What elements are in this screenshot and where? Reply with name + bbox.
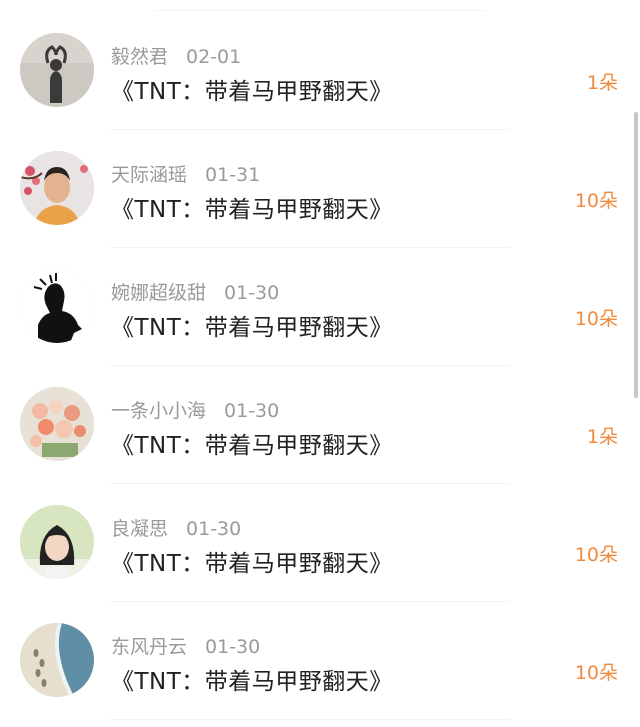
username[interactable]: 良凝思 — [111, 518, 168, 540]
woman-plum-blossom-avatar-icon — [20, 151, 94, 225]
gift-count: 1朵 — [586, 426, 618, 448]
gift-count: 10朵 — [574, 190, 618, 212]
book-title[interactable]: 《TNT：带着马甲野翻天》 — [111, 544, 393, 578]
username[interactable]: 一条小小海 — [111, 400, 206, 422]
username[interactable]: 天际涵瑶 — [111, 164, 187, 186]
username[interactable]: 毅然君 — [111, 46, 168, 68]
book-title[interactable]: 《TNT：带着马甲野翻天》 — [111, 308, 393, 342]
avatar[interactable] — [20, 505, 94, 579]
book-title[interactable]: 《TNT：带着马甲野翻天》 — [111, 72, 393, 106]
username[interactable]: 东风丹云 — [111, 636, 187, 658]
gift-count: 10朵 — [574, 662, 618, 684]
avatar[interactable] — [20, 269, 94, 343]
silhouette-heart-hands-avatar-icon — [20, 33, 94, 107]
date: 01-30 — [205, 636, 261, 658]
list-item[interactable]: 一条小小海 01-30 《TNT：带着马甲野翻天》 1朵 — [0, 366, 640, 484]
row-divider — [110, 719, 510, 720]
avatar[interactable] — [20, 623, 94, 697]
meta-line: 毅然君 02-01 — [111, 42, 241, 69]
avatar[interactable] — [20, 387, 94, 461]
book-title[interactable]: 《TNT：带着马甲野翻天》 — [111, 426, 393, 460]
date: 02-01 — [186, 46, 242, 68]
date: 01-30 — [224, 400, 280, 422]
gift-count: 1朵 — [586, 72, 618, 94]
meta-line: 东风丹云 01-30 — [111, 632, 260, 659]
girl-photo-avatar-icon — [20, 505, 94, 579]
list-item[interactable]: 婉娜超级甜 01-30 《TNT：带着马甲野翻天》 10朵 — [0, 248, 640, 366]
gift-count: 10朵 — [574, 544, 618, 566]
list-item[interactable]: 东风丹云 01-30 《TNT：带着马甲野翻天》 10朵 — [0, 602, 640, 720]
meta-line: 婉娜超级甜 01-30 — [111, 278, 279, 305]
date: 01-30 — [186, 518, 242, 540]
list-item[interactable]: 天际涵瑶 01-31 《TNT：带着马甲野翻天》 10朵 — [0, 130, 640, 248]
username[interactable]: 婉娜超级甜 — [111, 282, 206, 304]
date: 01-30 — [224, 282, 280, 304]
meta-line: 良凝思 01-30 — [111, 514, 241, 541]
black-silhouette-avatar-icon — [20, 269, 94, 343]
avatar[interactable] — [20, 33, 94, 107]
meta-line: 天际涵瑶 01-31 — [111, 160, 260, 187]
gift-list: 毅然君 02-01 《TNT：带着马甲野翻天》 1朵 天际涵瑶 01-31 《TNT… — [0, 0, 640, 727]
date: 01-31 — [205, 164, 261, 186]
list-item[interactable]: 良凝思 01-30 《TNT：带着马甲野翻天》 10朵 — [0, 484, 640, 602]
beach-footprints-avatar-icon — [20, 623, 94, 697]
book-title[interactable]: 《TNT：带着马甲野翻天》 — [111, 662, 393, 696]
scrollbar[interactable] — [634, 112, 638, 398]
gift-count: 10朵 — [574, 308, 618, 330]
list-item[interactable]: 毅然君 02-01 《TNT：带着马甲野翻天》 1朵 — [0, 12, 640, 130]
book-title[interactable]: 《TNT：带着马甲野翻天》 — [111, 190, 393, 224]
meta-line: 一条小小海 01-30 — [111, 396, 279, 423]
roses-bouquet-avatar-icon — [20, 387, 94, 461]
avatar[interactable] — [20, 151, 94, 225]
